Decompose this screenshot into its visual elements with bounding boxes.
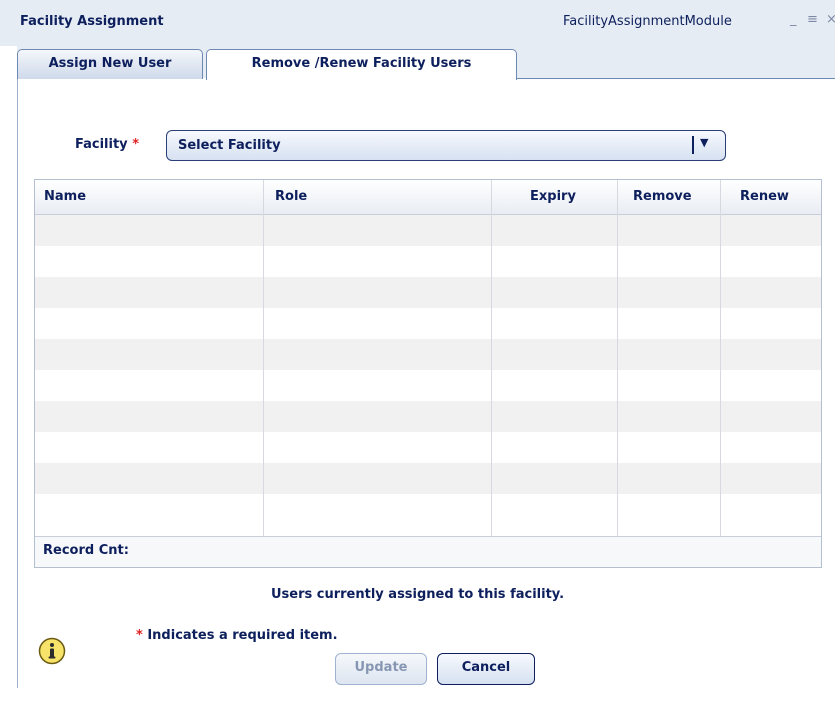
column-divider [720,180,721,536]
column-header-renew[interactable]: Renew [740,189,789,204]
required-note-text: Indicates a required item. [147,628,338,643]
chevron-down-icon[interactable]: ▼ [700,136,708,149]
column-divider [617,180,618,567]
table-row[interactable] [35,215,821,246]
cancel-button[interactable]: Cancel [437,653,535,685]
grid-footer: Record Cnt: [35,536,821,567]
facility-select-value: Select Facility [178,138,281,153]
required-note-marker: * [136,628,143,643]
users-grid: Name Role Expiry Remove Renew Record Cnt… [34,179,822,568]
table-row[interactable] [35,494,821,525]
window-title: Facility Assignment [20,14,164,29]
grid-caption: Users currently assigned to this facilit… [270,587,565,602]
column-divider [491,180,492,567]
update-button[interactable]: Update [335,653,427,685]
table-row[interactable] [35,277,821,308]
facility-label: Facility * [75,137,139,152]
facility-select[interactable]: Select Facility ▼ [166,130,726,161]
table-row[interactable] [35,401,821,432]
table-row[interactable] [35,463,821,494]
module-name: FacilityAssignmentModule [563,14,732,29]
menu-icon[interactable]: ≡ [807,12,818,27]
column-divider [263,180,264,567]
select-separator [692,136,694,154]
required-marker: * [132,137,139,152]
table-row[interactable] [35,246,821,277]
window-titlebar: Facility Assignment FacilityAssignmentMo… [0,0,835,46]
tab-remove-renew-users[interactable]: Remove /Renew Facility Users [206,49,517,80]
column-header-expiry[interactable]: Expiry [530,189,576,204]
tab-assign-new-user[interactable]: Assign New User [17,49,203,79]
column-header-name[interactable]: Name [44,189,86,204]
table-row[interactable] [35,339,821,370]
table-row[interactable] [35,432,821,463]
facility-label-text: Facility [75,137,128,152]
required-note: * Indicates a required item. [136,628,338,643]
record-count-label: Record Cnt: [43,543,129,558]
close-icon[interactable]: × [826,12,835,27]
info-icon [38,637,66,665]
column-header-remove[interactable]: Remove [633,189,692,204]
column-header-role[interactable]: Role [275,189,307,204]
grid-header: Name Role Expiry Remove Renew [35,180,821,215]
tab-divider [517,78,835,79]
minimize-icon[interactable]: _ [790,12,797,27]
table-row[interactable] [35,308,821,339]
table-row[interactable] [35,370,821,401]
